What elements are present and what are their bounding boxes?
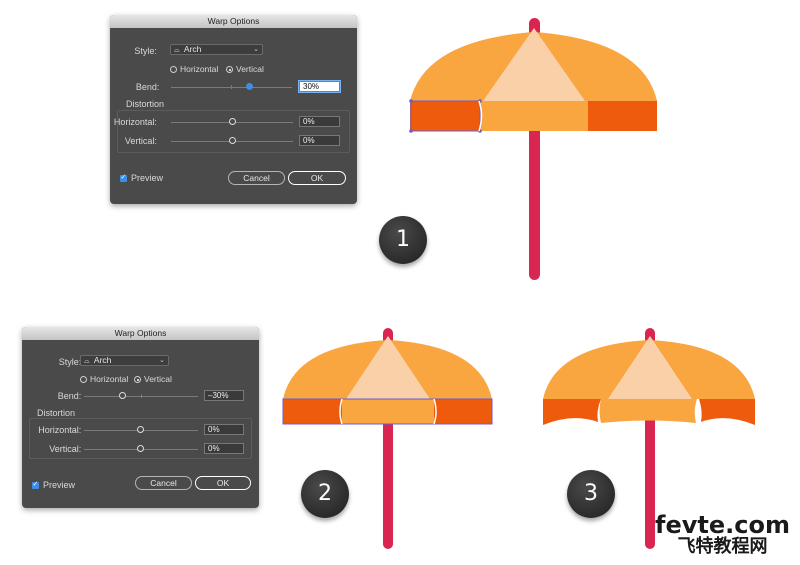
bend-label: Bend: [57, 391, 82, 401]
radio-horizontal-dot[interactable] [170, 66, 177, 73]
step-badge-1: 1 [379, 216, 427, 264]
umbrella-scallop-right [699, 399, 755, 425]
checkbox-check-icon[interactable] [120, 173, 127, 182]
preview-label: Preview [131, 173, 164, 183]
dist-horizontal-label: Horizontal: [113, 117, 157, 127]
dist-horizontal-knob[interactable] [229, 118, 236, 125]
arch-icon: ⌓ [174, 47, 180, 54]
watermark: fevte.com 飞特教程网 [655, 513, 790, 557]
style-select[interactable]: ⌓ Arch ⌄ [170, 44, 263, 55]
bend-input[interactable]: 30% [299, 81, 340, 92]
umbrella-band-left [410, 101, 480, 131]
umbrella-band-center [342, 399, 434, 424]
dist-horizontal-input[interactable]: 0% [204, 424, 244, 435]
radio-vertical[interactable]: Vertical [226, 64, 264, 74]
dist-vertical-input[interactable]: 0% [204, 443, 244, 454]
distortion-label: Distortion [126, 99, 165, 109]
umbrella-band-left [283, 399, 342, 424]
radio-horizontal[interactable]: Horizontal [80, 374, 128, 384]
step-badge-3: 3 [567, 470, 615, 518]
dist-vertical-input[interactable]: 0% [299, 135, 340, 146]
radio-horizontal-label: Horizontal [90, 374, 129, 384]
chevron-down-icon: ⌄ [159, 357, 165, 364]
chevron-down-icon: ⌄ [253, 46, 259, 53]
warp-options-dialog-2: Warp Options Style: ⌓ Arch ⌄ Horizontal … [22, 327, 259, 508]
umbrella-band-right [588, 101, 657, 131]
style-select-value: Arch [93, 355, 112, 365]
style-label: Style: [58, 357, 82, 367]
cancel-button[interactable]: Cancel [228, 171, 285, 185]
preview-label: Preview [43, 480, 76, 490]
dialog-title: Warp Options [110, 15, 357, 28]
umbrella-illustration-1 [409, 18, 657, 280]
umbrella-scallop-left [543, 399, 601, 425]
bend-slider-center-tick [141, 394, 142, 398]
distortion-label: Distortion [37, 408, 76, 418]
radio-vertical-label: Vertical [144, 374, 172, 384]
umbrella-illustration-2 [282, 328, 493, 549]
bend-slider-knob[interactable] [119, 392, 126, 399]
dialog-title: Warp Options [22, 327, 259, 340]
bend-label: Bend: [135, 82, 160, 92]
watermark-chinese: 飞特教程网 [677, 536, 768, 557]
radio-vertical-dot[interactable] [134, 376, 141, 383]
dist-vertical-knob[interactable] [229, 137, 236, 144]
dist-horizontal-input[interactable]: 0% [299, 116, 340, 127]
checkbox-check-icon[interactable] [32, 480, 39, 489]
watermark-domain: fevte.com [655, 511, 790, 539]
preview-checkbox[interactable]: Preview [120, 173, 163, 183]
step-badge-2: 2 [301, 470, 349, 518]
umbrella-scallop-center [599, 399, 697, 423]
radio-vertical-label: Vertical [236, 64, 264, 74]
bend-slider-knob[interactable] [246, 83, 253, 90]
dist-horizontal-knob[interactable] [137, 426, 144, 433]
dist-horizontal-label: Horizontal: [38, 425, 82, 435]
cancel-button[interactable]: Cancel [135, 476, 192, 490]
selection-anchor [409, 99, 413, 103]
warp-options-dialog-1: Warp Options Style: ⌓ Arch ⌄ Horizontal … [110, 15, 357, 204]
radio-vertical-dot[interactable] [226, 66, 233, 73]
radio-horizontal-dot[interactable] [80, 376, 87, 383]
dist-vertical-knob[interactable] [137, 445, 144, 452]
style-label: Style: [134, 46, 157, 56]
umbrella-band-right [434, 399, 492, 424]
preview-checkbox[interactable]: Preview [32, 480, 75, 490]
style-select-value: Arch [183, 44, 202, 54]
dist-vertical-label: Vertical: [124, 136, 157, 146]
arch-icon: ⌓ [84, 358, 90, 365]
ok-button[interactable]: OK [288, 171, 346, 185]
umbrella-band-center [480, 101, 588, 131]
bend-slider-center-tick [231, 85, 232, 89]
bend-input[interactable]: –30% [204, 390, 244, 401]
radio-vertical[interactable]: Vertical [134, 374, 172, 384]
style-select[interactable]: ⌓ Arch ⌄ [80, 355, 169, 366]
radio-horizontal[interactable]: Horizontal [170, 64, 218, 74]
ok-button[interactable]: OK [195, 476, 251, 490]
dist-vertical-label: Vertical: [49, 444, 82, 454]
radio-horizontal-label: Horizontal [180, 64, 219, 74]
selection-anchor [409, 129, 413, 133]
